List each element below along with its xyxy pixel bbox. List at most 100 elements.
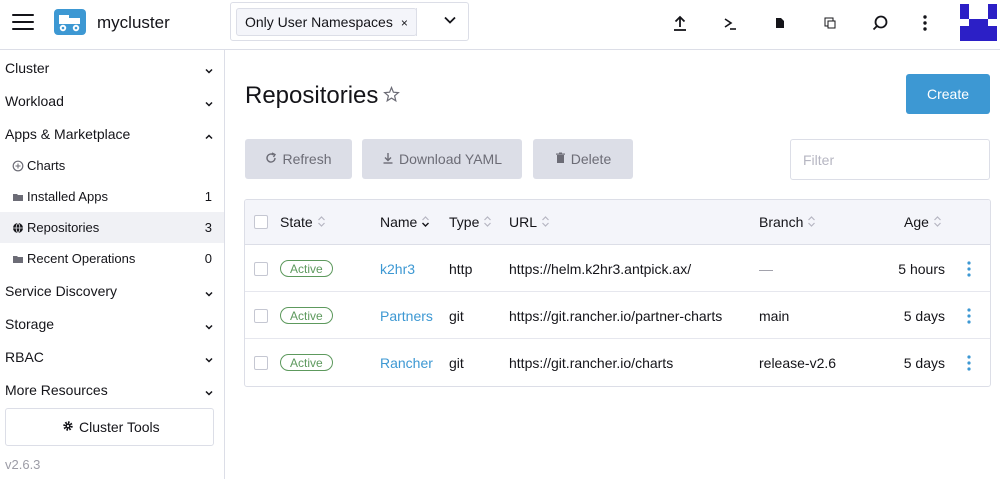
chevron-down-icon[interactable] (443, 13, 457, 30)
nav-group-storage[interactable]: Storage (0, 307, 224, 340)
nav-group-label: Apps & Marketplace (5, 126, 131, 142)
sidebar-item-label: Installed Apps (27, 189, 108, 204)
chevron-down-icon (204, 286, 214, 302)
nav-group-more-resources[interactable]: More Resources (0, 373, 224, 406)
nav-group-label: Service Discovery (5, 283, 118, 299)
repo-url: https://git.rancher.io/partner-charts (509, 308, 723, 324)
refresh-label: Refresh (282, 151, 332, 167)
more-vertical-icon[interactable] (965, 306, 973, 326)
column-header-age[interactable]: Age (904, 214, 942, 230)
sidebar-item-label: Repositories (27, 220, 100, 235)
gear-icon (62, 419, 74, 435)
column-header-url[interactable]: URL (509, 214, 550, 230)
delete-label: Delete (570, 151, 612, 167)
delete-button[interactable]: Delete (533, 139, 633, 179)
nav-group-cluster[interactable]: Cluster (0, 51, 224, 84)
column-label: Branch (759, 214, 804, 230)
chip-remove-icon[interactable]: × (401, 16, 408, 30)
folder-icon (12, 190, 24, 202)
cluster-icon (54, 9, 86, 35)
column-header-type[interactable]: Type (449, 214, 492, 230)
column-label: State (280, 214, 313, 230)
sidebar-item-label: Recent Operations (27, 251, 136, 266)
table-row: Active Rancher git https://git.rancher.i… (245, 339, 990, 386)
filter-input[interactable] (790, 139, 990, 180)
repo-age: 5 days (903, 308, 945, 324)
column-header-state[interactable]: State (280, 214, 326, 230)
refresh-icon (265, 151, 277, 167)
repo-name-link[interactable]: k2hr3 (380, 261, 415, 277)
folder-icon (12, 252, 24, 264)
repo-type: git (449, 308, 464, 324)
repo-url: https://git.rancher.io/charts (509, 355, 674, 371)
sidebar-item-charts[interactable]: Charts (0, 150, 224, 181)
sidebar: Cluster Workload Apps & Marketplace Char… (0, 50, 225, 479)
nav-group-label: Storage (5, 316, 55, 332)
sidebar-item-repositories[interactable]: Repositories 3 (0, 212, 224, 243)
sidebar-item-recent-operations[interactable]: Recent Operations 0 (0, 243, 224, 274)
nav-group-workload[interactable]: Workload (0, 84, 224, 117)
sidebar-item-label: Charts (27, 158, 66, 173)
column-label: Type (449, 214, 480, 230)
repositories-table: State Name Type URL Branch Age Active k2… (244, 199, 991, 387)
download-yaml-label: Download YAML (399, 151, 502, 167)
avatar[interactable] (960, 4, 997, 41)
column-label: Age (904, 214, 929, 230)
nav-group-service-discovery[interactable]: Service Discovery (0, 274, 224, 307)
sidebar-item-installed-apps[interactable]: Installed Apps 1 (0, 181, 224, 212)
chevron-down-icon (204, 352, 214, 368)
more-vertical-icon[interactable] (965, 259, 973, 279)
repo-type: http (449, 261, 473, 277)
menu-icon[interactable] (12, 14, 34, 32)
cluster-tools-button[interactable]: Cluster Tools (5, 408, 214, 446)
namespace-chip-label: Only User Namespaces (245, 14, 393, 30)
shell-icon[interactable] (720, 13, 740, 33)
more-vertical-icon[interactable] (915, 13, 935, 33)
repo-name-link[interactable]: Partners (380, 308, 433, 324)
repo-branch: release-v2.6 (759, 355, 837, 371)
namespace-filter[interactable]: Only User Namespaces × (230, 2, 469, 41)
cluster-tools-label: Cluster Tools (79, 419, 160, 435)
repo-name-link[interactable]: Rancher (380, 355, 433, 371)
nav-group-label: More Resources (5, 382, 108, 398)
column-header-name[interactable]: Name (380, 214, 430, 230)
download-yaml-button[interactable]: Download YAML (362, 139, 522, 179)
table-row: Active k2hr3 http https://helm.k2hr3.ant… (245, 245, 990, 292)
search-icon[interactable] (870, 13, 890, 33)
star-icon[interactable] (383, 85, 400, 106)
nav-group-apps-marketplace[interactable]: Apps & Marketplace (0, 117, 224, 150)
status-badge: Active (280, 260, 333, 277)
nav-group-label: Cluster (5, 60, 50, 76)
refresh-button[interactable]: Refresh (245, 139, 352, 179)
file-icon[interactable] (770, 13, 790, 33)
chevron-down-icon (204, 96, 214, 112)
sort-icon (807, 214, 816, 230)
repo-age: 5 hours (898, 261, 945, 277)
version-label: v2.6.3 (5, 457, 41, 472)
column-header-branch[interactable]: Branch (759, 214, 816, 230)
select-all-checkbox[interactable] (254, 215, 268, 229)
namespace-chip: Only User Namespaces × (236, 8, 417, 36)
repo-age: 5 days (903, 355, 945, 371)
row-checkbox[interactable] (254, 262, 268, 276)
chevron-down-icon (204, 385, 214, 401)
chevron-down-icon (204, 319, 214, 335)
chevron-down-icon (204, 63, 214, 79)
table-header: State Name Type URL Branch Age (245, 200, 990, 245)
column-label: URL (509, 214, 538, 230)
nav-group-rbac[interactable]: RBAC (0, 340, 224, 373)
row-checkbox[interactable] (254, 356, 268, 370)
sort-icon (483, 214, 492, 230)
row-checkbox[interactable] (254, 309, 268, 323)
sidebar-item-count: 3 (204, 220, 212, 235)
sort-icon (317, 214, 326, 230)
globe-icon (12, 221, 24, 234)
page-title: Repositories (245, 82, 379, 109)
repo-branch: — (759, 261, 773, 277)
upload-icon[interactable] (670, 13, 690, 33)
compass-icon (12, 159, 24, 172)
create-button[interactable]: Create (906, 74, 990, 114)
copy-icon[interactable] (820, 13, 840, 33)
more-vertical-icon[interactable] (965, 353, 973, 373)
sidebar-item-count: 1 (204, 189, 212, 204)
